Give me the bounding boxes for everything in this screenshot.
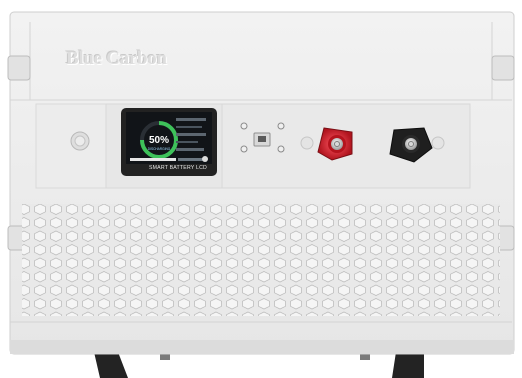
ventilation-grille (22, 204, 500, 316)
power-button-icon[interactable] (70, 131, 90, 151)
ethernet-port-icon[interactable] (253, 132, 271, 147)
lcd-status-text: DISCHARGING (147, 147, 171, 151)
control-panel-recess (35, 103, 107, 189)
lcd-charge-percent: 50% (148, 135, 169, 146)
brand-logo-text: Blue Carbon (66, 48, 167, 69)
lcd-caption: SMART BATTERY LCD (149, 165, 207, 171)
battery-feet (94, 352, 424, 378)
